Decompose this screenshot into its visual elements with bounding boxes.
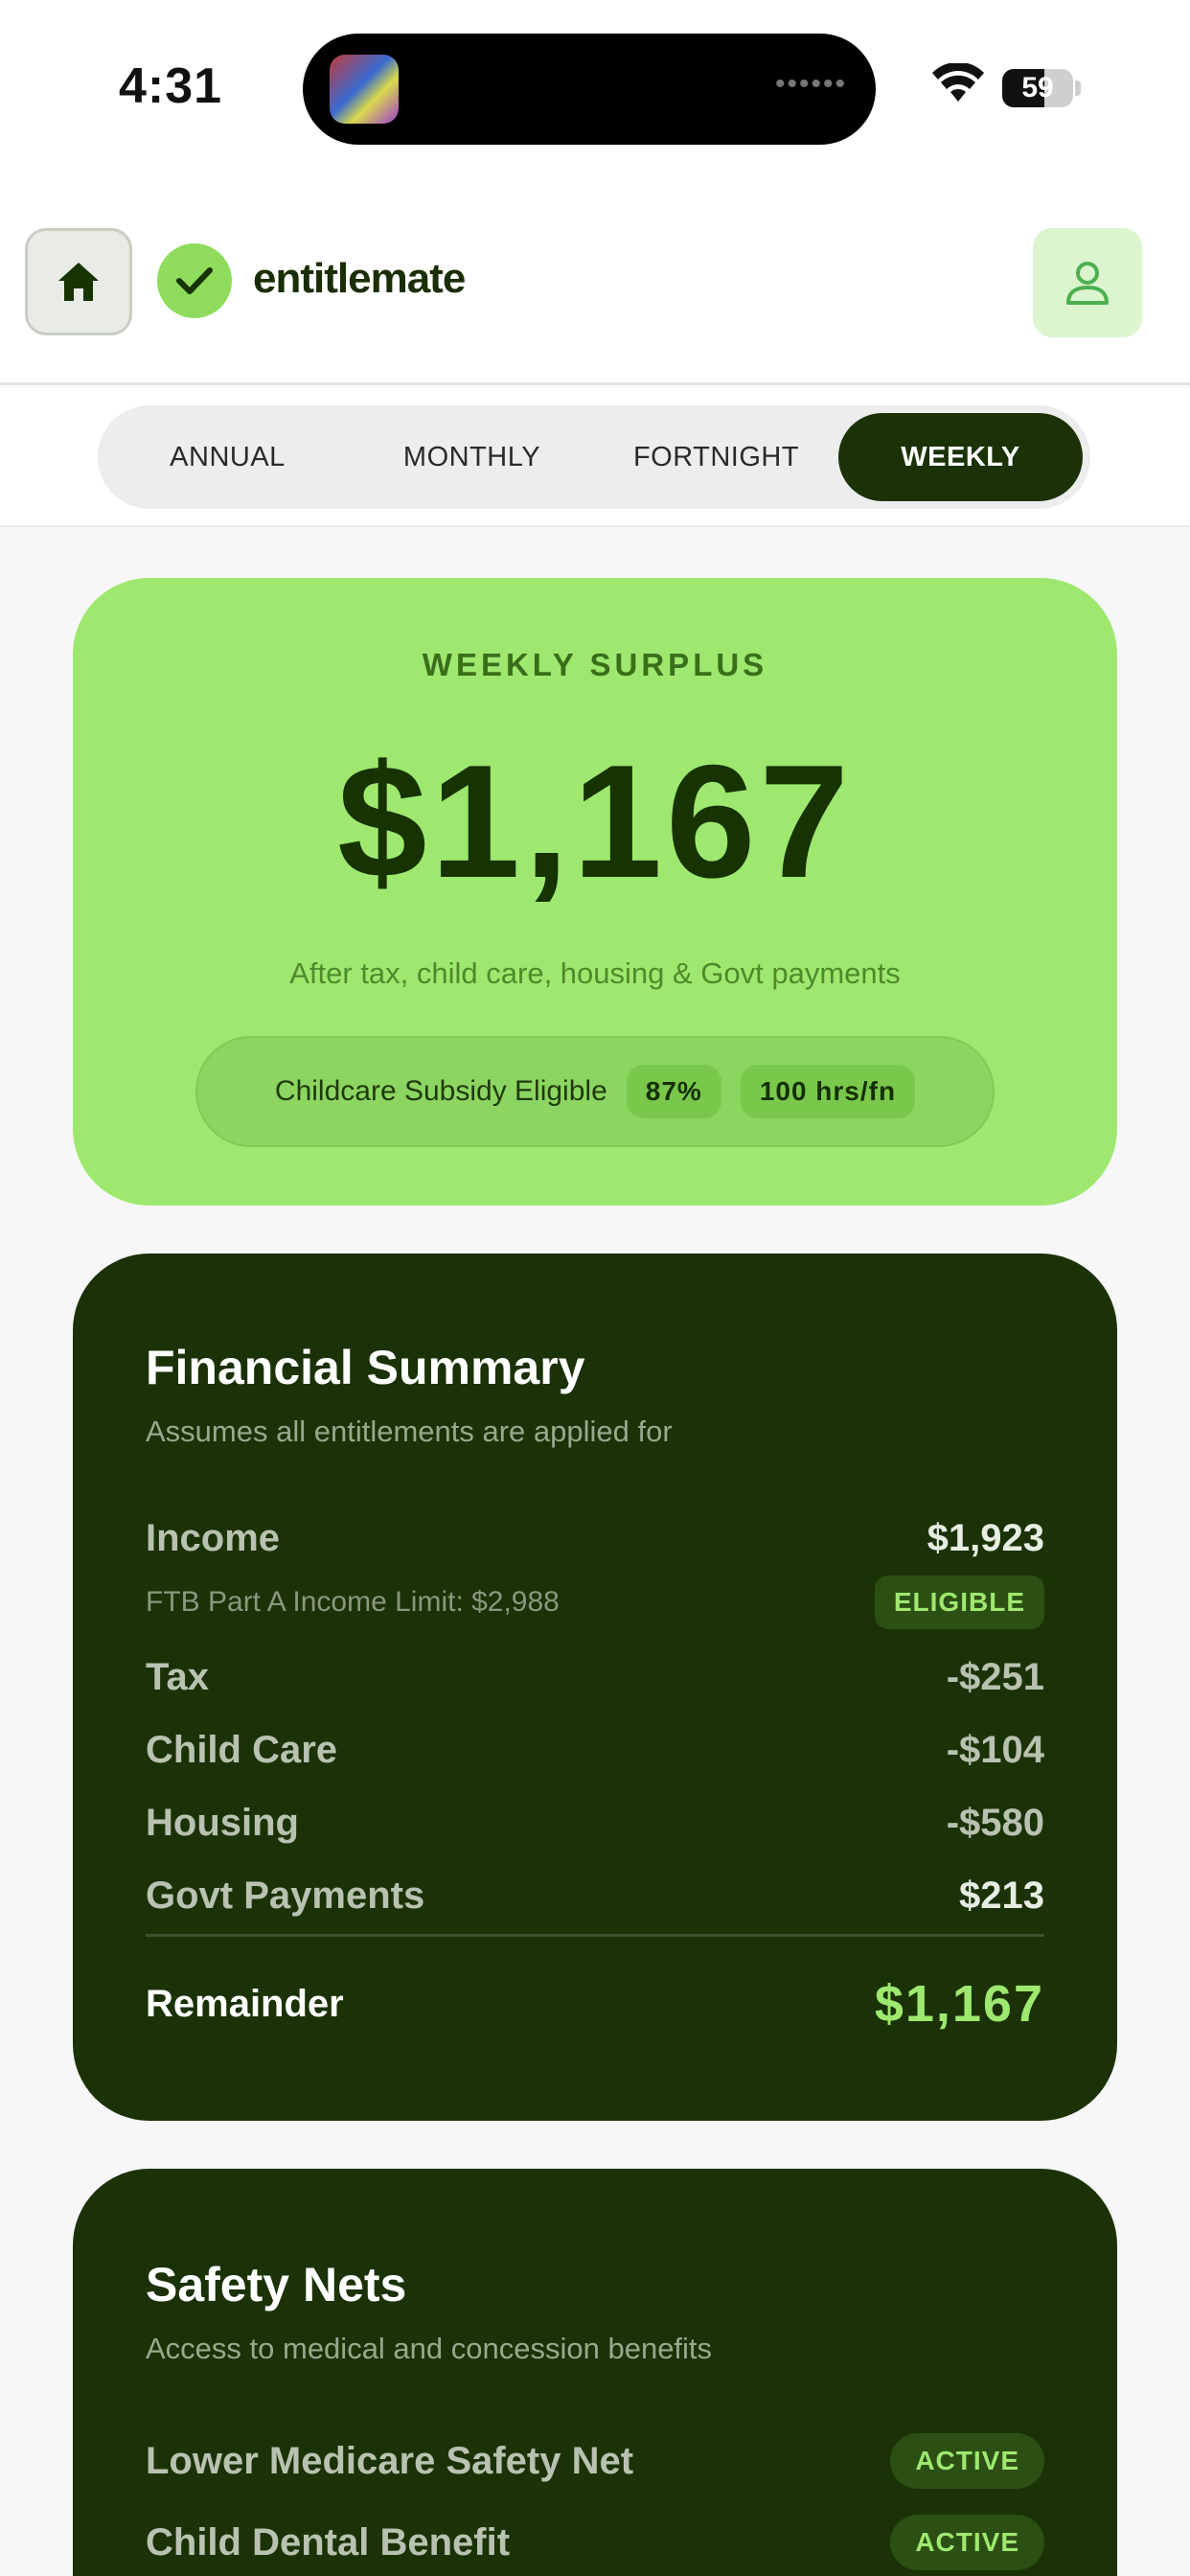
financial-summary-card: Financial Summary Assumes all entitlemen… xyxy=(73,1254,1117,2121)
safety-nets-title: Safety Nets xyxy=(146,2258,407,2312)
home-icon xyxy=(58,263,99,301)
income-limit-row: FTB Part A Income Limit: $2,988 ELIGIBLE xyxy=(146,1576,1044,1629)
safety-net-item[interactable]: Lower Medicare Safety Net ACTIVE xyxy=(146,2433,1044,2489)
tax-label: Tax xyxy=(146,1656,209,1698)
housing-label: Housing xyxy=(146,1802,299,1844)
surplus-title: WEEKLY SURPLUS xyxy=(422,647,768,682)
app-header: entitlemate xyxy=(0,172,1190,385)
remainder-label: Remainder xyxy=(146,1982,344,2025)
subsidy-percent-badge: 87% xyxy=(626,1065,721,1118)
tax-row: Tax -$251 xyxy=(146,1656,1044,1699)
safety-net-label: Lower Medicare Safety Net xyxy=(146,2439,634,2482)
status-bar: 4:31 •••••• 59 xyxy=(0,0,1190,172)
tab-monthly[interactable]: MONTHLY xyxy=(350,413,594,501)
child-care-row: Child Care -$104 xyxy=(146,1729,1044,1772)
govt-payments-value: $213 xyxy=(959,1874,1044,1917)
battery-icon: 59 xyxy=(1002,69,1073,107)
activity-dots-icon: •••••• xyxy=(774,68,847,100)
surplus-card: WEEKLY SURPLUS $1,167 After tax, child c… xyxy=(73,578,1117,1206)
govt-payments-label: Govt Payments xyxy=(146,1874,425,1917)
eligible-badge: ELIGIBLE xyxy=(874,1576,1044,1629)
surplus-amount: $1,167 xyxy=(337,731,853,911)
period-tabs-band: ANNUAL MONTHLY FORTNIGHT WEEKLY xyxy=(0,388,1190,527)
safety-nets-card: Safety Nets Access to medical and conces… xyxy=(73,2169,1117,2576)
wifi-icon xyxy=(932,63,984,102)
status-badge: ACTIVE xyxy=(890,2433,1044,2489)
subsidy-label: Childcare Subsidy Eligible xyxy=(274,1075,607,1107)
summary-title: Financial Summary xyxy=(146,1341,585,1394)
housing-value: -$580 xyxy=(946,1802,1044,1844)
summary-subtitle: Assumes all entitlements are applied for xyxy=(146,1414,673,1448)
user-icon xyxy=(1066,262,1109,305)
tab-weekly[interactable]: WEEKLY xyxy=(838,413,1083,501)
govt-payments-row: Govt Payments $213 xyxy=(146,1874,1044,1918)
battery-level: 59 xyxy=(1021,72,1054,104)
summary-divider xyxy=(146,1934,1044,1937)
check-icon xyxy=(176,267,213,294)
remainder-row: Remainder $1,167 xyxy=(146,1974,1044,2034)
logo-check-icon xyxy=(157,243,232,318)
safety-net-label: Child Dental Benefit xyxy=(146,2520,511,2564)
tab-fortnight[interactable]: FORTNIGHT xyxy=(594,413,838,501)
child-care-value: -$104 xyxy=(946,1729,1044,1771)
child-care-label: Child Care xyxy=(146,1729,338,1771)
home-button[interactable] xyxy=(25,228,132,335)
dynamic-island: •••••• xyxy=(303,34,876,145)
tax-value: -$251 xyxy=(946,1656,1044,1698)
remainder-value: $1,167 xyxy=(874,1975,1044,2033)
safety-net-item[interactable]: Child Dental Benefit ACTIVE xyxy=(146,2515,1044,2570)
housing-row: Housing -$580 xyxy=(146,1802,1044,1845)
status-badge: ACTIVE xyxy=(890,2515,1044,2570)
income-label: Income xyxy=(146,1517,281,1559)
income-row: Income $1,923 xyxy=(146,1517,1044,1560)
status-time: 4:31 xyxy=(119,58,223,114)
income-value: $1,923 xyxy=(927,1517,1044,1559)
brand-name: entitlemate xyxy=(253,255,466,302)
ftb-income-limit: FTB Part A Income Limit: $2,988 xyxy=(146,1586,560,1618)
period-tabs: ANNUAL MONTHLY FORTNIGHT WEEKLY xyxy=(98,405,1090,509)
safety-nets-subtitle: Access to medical and concession benefit… xyxy=(146,2332,713,2365)
subsidy-hours-badge: 100 hrs/fn xyxy=(740,1065,916,1118)
profile-button[interactable] xyxy=(1033,228,1142,337)
tab-annual[interactable]: ANNUAL xyxy=(105,413,350,501)
surplus-subtitle: After tax, child care, housing & Govt pa… xyxy=(289,956,901,990)
app-thumbnail-icon[interactable] xyxy=(330,55,399,124)
battery-nub xyxy=(1075,80,1081,96)
childcare-subsidy-pill[interactable]: Childcare Subsidy Eligible 87% 100 hrs/f… xyxy=(195,1036,995,1147)
